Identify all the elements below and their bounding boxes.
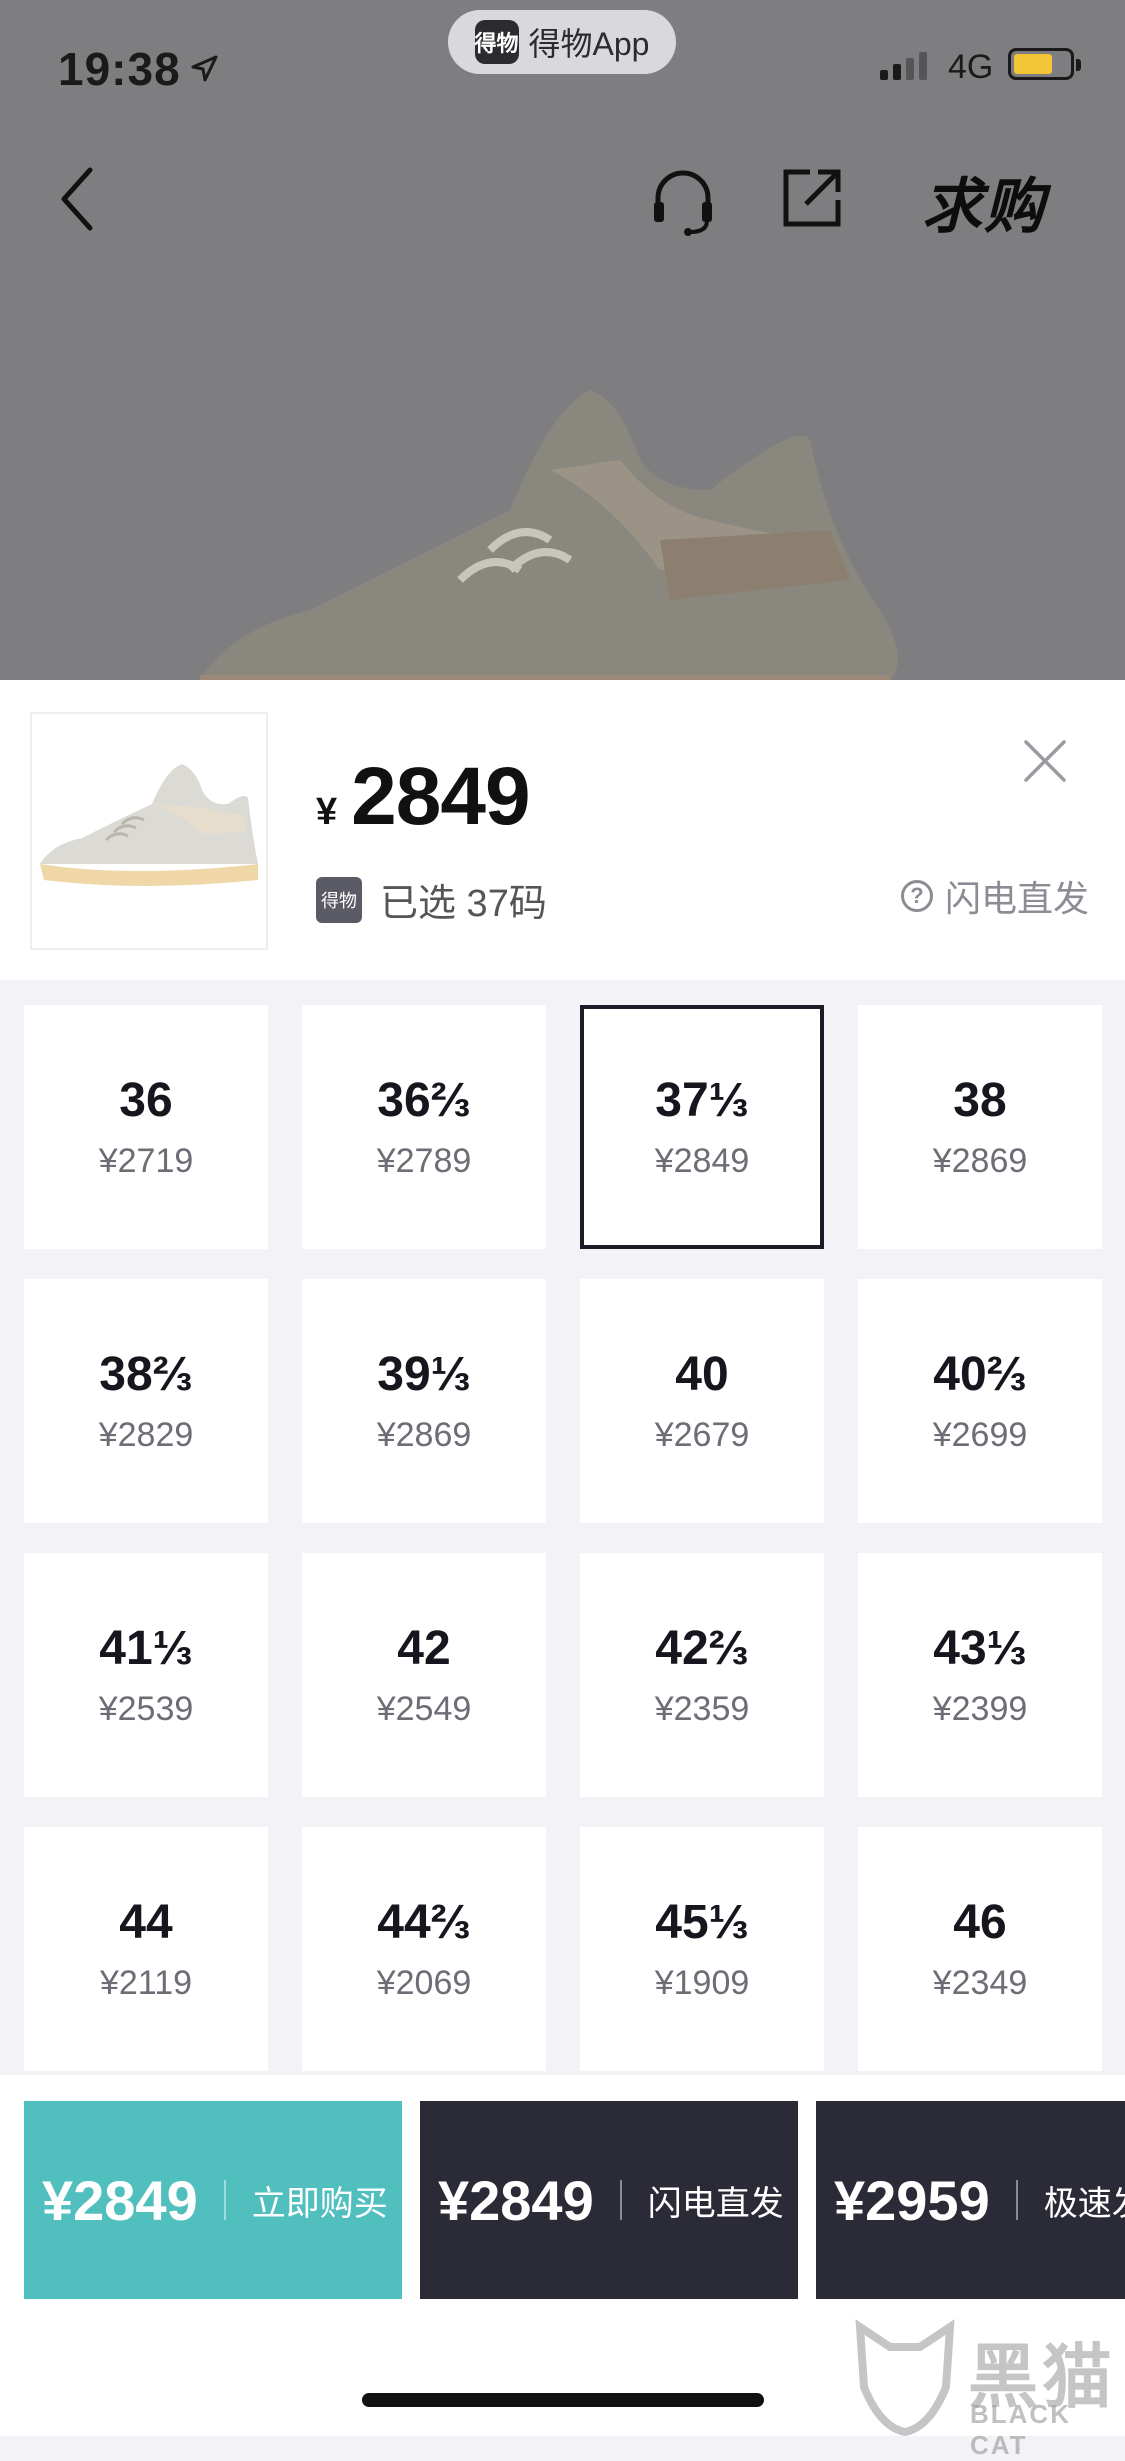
divider — [1015, 2180, 1018, 2220]
size-price: ¥2399 — [932, 1690, 1028, 1728]
signal-icon — [880, 52, 927, 80]
product-page-backdrop: 19:38 得物 得物App 4G 求购 — [0, 0, 1125, 680]
currency-symbol: ¥ — [316, 791, 338, 833]
size-option[interactable]: 44 ¥2119 — [24, 1827, 268, 2071]
buy-now-label: 立即购买 — [251, 2184, 388, 2223]
size-price: ¥2699 — [932, 1416, 1028, 1454]
size-label: 46 — [953, 1896, 1007, 1949]
size-price: ¥1909 — [654, 1964, 750, 2002]
size-option[interactable]: 36⅔ ¥2789 — [302, 1005, 546, 1249]
selected-size-text: 已选 37码 — [380, 883, 547, 925]
size-price: ¥2549 — [376, 1690, 472, 1728]
battery-icon — [1008, 48, 1081, 80]
selected-price: ¥ 2849 — [316, 750, 531, 844]
size-option[interactable]: 38 ¥2869 — [858, 1005, 1102, 1249]
size-option[interactable]: 40⅔ ¥2699 — [858, 1279, 1102, 1523]
divider — [619, 2180, 622, 2220]
size-price: ¥2069 — [376, 1964, 472, 2002]
size-option[interactable]: 37⅓ ¥2849 — [580, 1005, 824, 1249]
black-cat-watermark: 黑猫 BLACK CAT — [850, 2317, 1125, 2460]
size-option[interactable]: 42⅔ ¥2359 — [580, 1553, 824, 1797]
status-bar: 19:38 得物 得物App 4G — [0, 0, 1125, 130]
brand-logo-icon: 得物 — [316, 876, 362, 923]
size-option[interactable]: 45⅓ ¥1909 — [580, 1827, 824, 2071]
top-nav: 求购 — [0, 150, 1125, 250]
divider — [223, 2180, 226, 2220]
size-label: 38⅔ — [99, 1348, 193, 1401]
flash-delivery-info[interactable]: ? 闪电直发 — [900, 870, 1089, 922]
bottom-action-bar: ¥2849 立即购买 ¥2849 闪电直发 ¥2959 极速发 黑猫 BLACK… — [0, 2075, 1125, 2460]
product-hero-image — [200, 390, 898, 680]
flash-delivery-price: ¥2849 — [438, 2168, 594, 2232]
size-price: ¥2539 — [98, 1690, 194, 1728]
buy-now-button[interactable]: ¥2849 立即购买 — [24, 2101, 402, 2299]
close-icon[interactable] — [1022, 738, 1068, 784]
flash-delivery-label: 闪电直发 — [944, 878, 1089, 919]
size-label: 44⅔ — [377, 1896, 471, 1949]
size-option[interactable]: 44⅔ ¥2069 — [302, 1827, 546, 2071]
size-price: ¥2679 — [654, 1416, 750, 1454]
flash-delivery-button-label: 闪电直发 — [647, 2184, 784, 2223]
size-label: 42 — [397, 1622, 451, 1675]
network-type: 4G — [948, 48, 994, 86]
size-label: 36⅔ — [377, 1074, 471, 1127]
size-label: 37⅓ — [655, 1074, 749, 1127]
size-price: ¥2349 — [932, 1964, 1028, 2002]
sneaker-image — [40, 764, 258, 886]
size-label: 39⅓ — [377, 1348, 471, 1401]
size-price: ¥2119 — [99, 1964, 193, 2002]
location-arrow-icon — [191, 55, 218, 82]
size-label: 43⅓ — [933, 1622, 1027, 1675]
size-option[interactable]: 39⅓ ¥2869 — [302, 1279, 546, 1523]
size-label: 38 — [953, 1074, 1007, 1127]
buy-now-price: ¥2849 — [42, 2168, 198, 2232]
return-to-app-pill[interactable]: 得物 得物App — [448, 10, 676, 74]
size-option[interactable]: 42 ¥2549 — [302, 1553, 546, 1797]
question-icon: ? — [900, 880, 933, 912]
size-option[interactable]: 46 ¥2349 — [858, 1827, 1102, 2071]
express-delivery-label: 极速发 — [1043, 2184, 1125, 2223]
size-price: ¥2869 — [932, 1142, 1028, 1180]
size-price: ¥2359 — [654, 1690, 750, 1728]
cat-logo-icon — [855, 2319, 955, 2436]
size-grid: 36 ¥2719 36⅔ ¥2789 37⅓ ¥2849 38 ¥2869 38⅔ ¥2829 39… — [24, 1005, 1102, 2071]
share-icon[interactable] — [778, 164, 846, 232]
chevron-left-icon[interactable] — [56, 164, 100, 234]
size-option[interactable]: 43⅓ ¥2399 — [858, 1553, 1102, 1797]
size-option[interactable]: 40 ¥2679 — [580, 1279, 824, 1523]
sheet-header: ¥ 2849 得物 已选 37码 ? 闪电直发 — [0, 680, 1125, 980]
size-option[interactable]: 41⅓ ¥2539 — [24, 1553, 268, 1797]
flash-delivery-button[interactable]: ¥2849 闪电直发 — [420, 2101, 798, 2299]
product-thumbnail — [30, 712, 268, 950]
selected-size-row: 得物 已选 37码 — [316, 872, 547, 927]
size-price: ¥2869 — [376, 1416, 472, 1454]
price-value: 2849 — [351, 751, 530, 842]
size-option[interactable]: 36 ¥2719 — [24, 1005, 268, 1249]
seek-button[interactable]: 求购 — [922, 158, 1046, 245]
size-price: ¥2719 — [98, 1142, 194, 1180]
size-label: 42⅔ — [655, 1622, 749, 1675]
size-price: ¥2849 — [654, 1142, 750, 1180]
app-logo-icon: 得物 — [474, 20, 519, 64]
headset-icon[interactable] — [648, 164, 718, 238]
size-label: 36 — [119, 1074, 173, 1127]
app-name: 得物App — [528, 26, 650, 62]
size-label: 45⅓ — [655, 1896, 749, 1949]
home-indicator[interactable] — [362, 2393, 764, 2407]
size-label: 40⅔ — [933, 1348, 1027, 1401]
size-label: 44 — [119, 1896, 173, 1949]
status-time: 19:38 — [58, 43, 181, 95]
size-label: 40 — [675, 1348, 729, 1401]
express-delivery-button[interactable]: ¥2959 极速发 — [816, 2101, 1125, 2299]
watermark-en: BLACK CAT — [970, 2399, 1071, 2460]
size-option[interactable]: 38⅔ ¥2829 — [24, 1279, 268, 1523]
size-price: ¥2829 — [98, 1416, 194, 1454]
size-label: 41⅓ — [99, 1622, 193, 1675]
express-delivery-price: ¥2959 — [834, 2168, 990, 2232]
size-price: ¥2789 — [376, 1142, 472, 1180]
